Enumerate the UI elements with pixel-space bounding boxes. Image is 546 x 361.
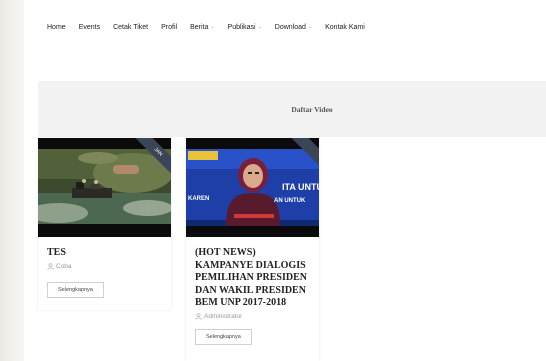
nav-item-events[interactable]: Events	[79, 24, 100, 31]
nav-item-download[interactable]: Download ⌄	[275, 24, 312, 31]
chevron-down-icon: ⌄	[210, 24, 215, 30]
video-title[interactable]: (HOT NEWS) KAMPANYE DIALOGIS PEMILIHAN P…	[195, 247, 310, 310]
author-name: Coba	[56, 262, 72, 270]
nav-label: Publikasi	[227, 23, 256, 31]
video-author: Administrator	[195, 313, 310, 320]
video-author: Coba	[47, 263, 162, 270]
nav-label: Events	[78, 23, 101, 31]
video-thumbnail[interactable]: JAN	[38, 138, 171, 237]
video-thumbnail[interactable]: ITA UNTU UN KAREN AN UNTUK	[186, 138, 319, 237]
nav-item-profil[interactable]: Profil	[161, 24, 177, 31]
page-banner: Daftar Video	[38, 81, 546, 137]
page-title: Daftar Video	[291, 104, 333, 114]
video-card-body: (HOT NEWS) KAMPANYE DIALOGIS PEMILIHAN P…	[186, 237, 319, 345]
chevron-down-icon: ⌄	[307, 24, 313, 30]
nav-item-publikasi[interactable]: Publikasi ⌄	[228, 24, 262, 31]
nav-label: Kontak Kami	[325, 23, 365, 31]
nav-label: Download	[274, 23, 306, 31]
page-left-background	[0, 0, 24, 361]
nav-item-kontak-kami[interactable]: Kontak Kami	[325, 24, 365, 31]
svg-text:AN UNTUK: AN UNTUK	[274, 198, 306, 204]
video-card: ITA UNTU UN KAREN AN UNTUK (HOT NEWS) KA…	[186, 138, 319, 361]
user-icon	[195, 312, 202, 320]
nav-label: Home	[47, 23, 66, 31]
video-card-body: TES Coba Selengkapnya	[38, 237, 171, 298]
user-icon	[47, 262, 54, 270]
video-thumbnail-image: ITA UNTU UN KAREN AN UNTUK	[186, 138, 319, 237]
nav-item-cetak-tiket[interactable]: Cetak Tiket	[113, 24, 148, 31]
svg-text:ITA UNTU UN: ITA UNTU UN	[282, 182, 319, 192]
svg-text:KAREN: KAREN	[188, 196, 209, 202]
chevron-down-icon: ⌄	[257, 24, 262, 30]
nav-label: Profil	[161, 23, 178, 31]
author-name: Administrator	[204, 312, 243, 320]
main-nav: Home Events Cetak Tiket Profil Berita ⌄ P…	[47, 21, 378, 33]
nav-item-home[interactable]: Home	[47, 24, 66, 31]
video-title[interactable]: TES	[47, 247, 162, 260]
nav-label: Cetak Tiket	[113, 23, 149, 31]
nav-item-berita[interactable]: Berita ⌄	[190, 24, 215, 31]
nav-label: Berita	[190, 23, 209, 31]
video-card: JAN TES Coba Selengkapnya	[38, 138, 171, 310]
read-more-button[interactable]: Selengkapnya	[195, 328, 252, 345]
read-more-button[interactable]: Selengkapnya	[47, 281, 104, 298]
